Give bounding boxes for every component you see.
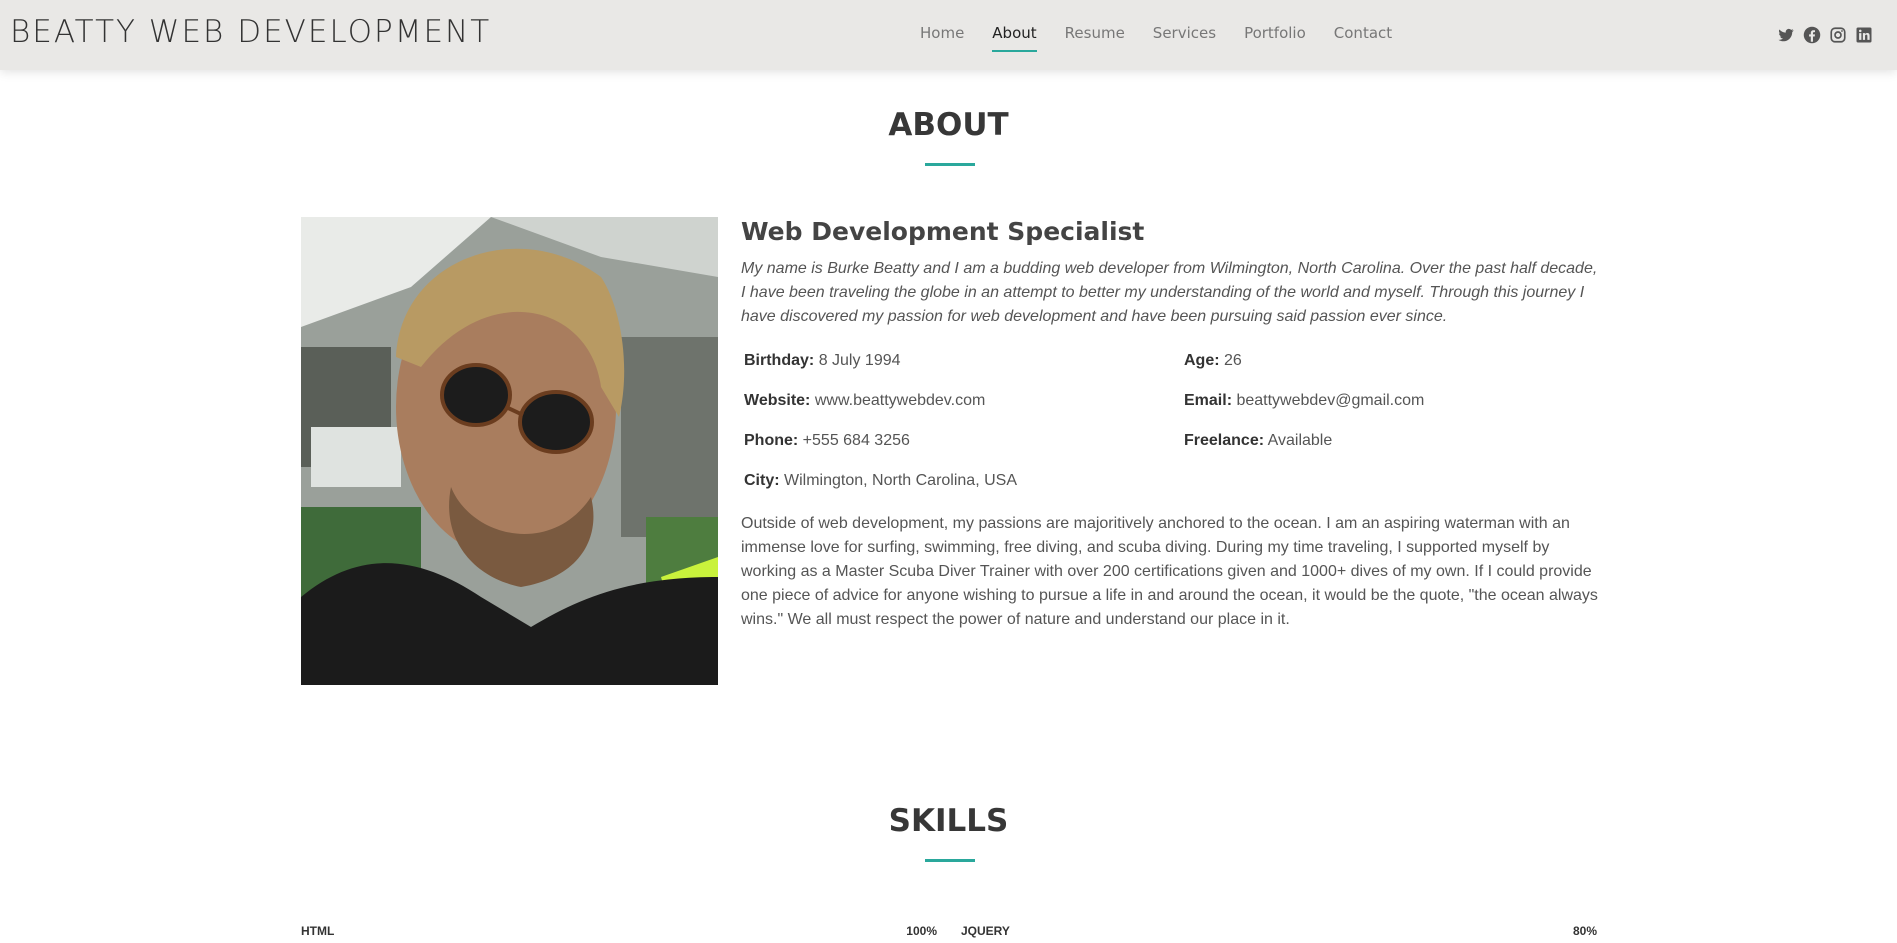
info-freelance: Freelance: Available: [1184, 421, 1594, 461]
about-paragraph: Outside of web development, my passions …: [741, 515, 1598, 628]
info-birthday: Birthday: 8 July 1994: [744, 341, 1184, 381]
info-label: Email:: [1184, 392, 1233, 409]
info-phone: Phone: +555 684 3256: [744, 421, 1184, 461]
info-age: Age: 26: [1184, 341, 1594, 381]
main-nav: Home About Resume Services Portfolio Con…: [920, 24, 1392, 52]
info-column-left: Birthday: 8 July 1994 Website: www.beatt…: [744, 341, 1184, 501]
nav-resume[interactable]: Resume: [1065, 24, 1125, 42]
nav-about[interactable]: About: [992, 24, 1038, 52]
info-value: 8 July 1994: [818, 352, 901, 369]
info-label: City:: [744, 472, 780, 489]
skill-name: JQUERY: [961, 924, 1010, 938]
info-value[interactable]: www.beattywebdev.com: [815, 392, 985, 409]
info-label: Birthday:: [744, 352, 815, 369]
info-label: Website:: [744, 392, 811, 409]
skill-percent: 100%: [906, 924, 937, 938]
profile-photo: [301, 217, 718, 685]
info-value: 26: [1224, 352, 1242, 369]
info-column-right: Age: 26 Email: beattywebdev@gmail.com Fr…: [1184, 341, 1594, 501]
info-grid: Birthday: 8 July 1994 Website: www.beatt…: [744, 341, 1599, 501]
instagram-icon[interactable]: [1829, 26, 1847, 44]
info-label: Age:: [1184, 352, 1220, 369]
nav-portfolio[interactable]: Portfolio: [1244, 24, 1306, 42]
site-brand[interactable]: BEATTY WEB DEVELOPMENT: [10, 14, 491, 50]
skill-jquery: JQUERY 80%: [961, 924, 1597, 938]
info-label: Phone:: [744, 432, 799, 449]
skills-heading: SKILLS: [888, 803, 1009, 839]
social-links: [1777, 26, 1873, 44]
about-heading-underline: [925, 163, 975, 166]
about-subtitle: Web Development Specialist: [741, 217, 1145, 246]
nav-contact[interactable]: Contact: [1334, 24, 1392, 42]
skill-html: HTML 100%: [301, 924, 937, 938]
info-value[interactable]: beattywebdev@gmail.com: [1236, 392, 1424, 409]
info-value: Available: [1267, 432, 1333, 449]
about-content: Web Development Specialist My name is Bu…: [741, 217, 1599, 632]
info-label: Freelance:: [1184, 432, 1265, 449]
info-email: Email: beattywebdev@gmail.com: [1184, 381, 1594, 421]
about-heading: ABOUT: [888, 107, 1009, 143]
info-city: City: Wilmington, North Carolina, USA: [744, 461, 1184, 501]
skills-heading-underline: [925, 859, 975, 862]
linkedin-icon[interactable]: [1855, 26, 1873, 44]
facebook-icon[interactable]: [1803, 26, 1821, 44]
nav-services[interactable]: Services: [1153, 24, 1216, 42]
twitter-icon[interactable]: [1777, 26, 1795, 44]
about-intro: My name is Burke Beatty and I am a buddi…: [741, 260, 1598, 325]
nav-home[interactable]: Home: [920, 24, 964, 42]
info-value: Wilmington, North Carolina, USA: [784, 472, 1017, 489]
info-value: +555 684 3256: [802, 432, 910, 449]
skill-percent: 80%: [1572, 924, 1597, 938]
site-header: BEATTY WEB DEVELOPMENT Home About Resume…: [0, 0, 1897, 70]
info-website: Website: www.beattywebdev.com: [744, 381, 1184, 421]
skill-name: HTML: [301, 924, 335, 938]
